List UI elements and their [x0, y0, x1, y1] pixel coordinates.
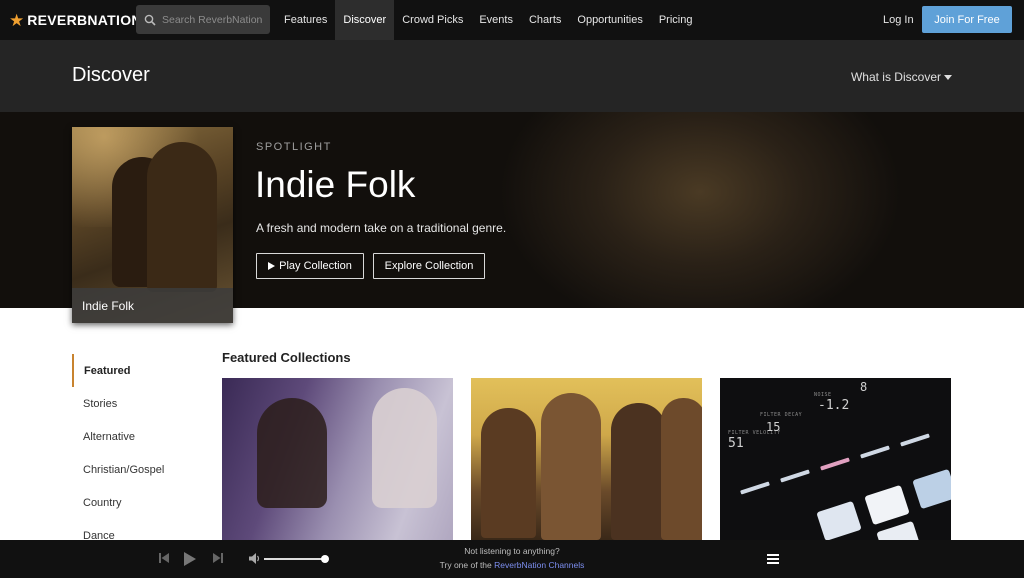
- spotlight-card-label: Indie Folk: [72, 288, 233, 323]
- pad-strip: [780, 469, 810, 483]
- page-title: Discover: [72, 64, 150, 86]
- tile-artwork-figure: [481, 408, 536, 538]
- collection-tile[interactable]: FILTER VELOCITY FILTER DECAY NOISE 51 15…: [720, 378, 951, 540]
- play-collection-button[interactable]: Play Collection: [256, 253, 364, 279]
- login-link[interactable]: Log In: [873, 0, 924, 40]
- top-nav: ★ REVERBNATION ® Features Discover Crowd…: [0, 0, 1024, 40]
- explore-collection-button[interactable]: Explore Collection: [373, 253, 485, 279]
- collection-tile[interactable]: [222, 378, 453, 540]
- caret-down-icon: [944, 74, 952, 80]
- sidebar-item-alternative[interactable]: Alternative: [72, 420, 192, 453]
- spotlight-hero: Indie Folk SPOTLIGHT Indie Folk A fresh …: [0, 112, 1024, 323]
- tile-artwork-figure: [661, 398, 702, 540]
- sidebar-item-featured[interactable]: Featured: [72, 354, 192, 387]
- nav-crowd-picks[interactable]: Crowd Picks: [394, 0, 471, 40]
- nav-pricing[interactable]: Pricing: [651, 0, 701, 40]
- play-collection-label: Play Collection: [279, 260, 352, 272]
- drum-pad: [912, 468, 951, 510]
- synth-readout: 51: [728, 436, 744, 451]
- sidebar-item-stories[interactable]: Stories: [72, 387, 192, 420]
- tile-artwork-figure: [372, 388, 437, 508]
- pad-strip: [740, 481, 770, 495]
- nav-charts[interactable]: Charts: [521, 0, 569, 40]
- sidebar-item-christian-gospel[interactable]: Christian/Gospel: [72, 453, 192, 486]
- synth-readout: 15: [766, 420, 781, 434]
- logo-text: REVERBNATION: [27, 12, 142, 28]
- drum-pad: [816, 500, 862, 540]
- synth-readout: 8: [860, 380, 868, 394]
- star-icon: ★: [9, 10, 25, 30]
- join-button[interactable]: Join For Free: [922, 6, 1012, 33]
- drum-pad: [876, 520, 922, 540]
- spotlight-description: A fresh and modern take on a traditional…: [256, 221, 507, 235]
- nav-opportunities[interactable]: Opportunities: [569, 0, 650, 40]
- tile-artwork-figure: [611, 403, 666, 540]
- pad-strip: [900, 433, 930, 447]
- tile-artwork-figure: [257, 398, 327, 508]
- nav-features[interactable]: Features: [276, 0, 335, 40]
- reverbnation-channels-link[interactable]: ReverbNation Channels: [494, 560, 584, 570]
- discover-header: Discover What is Discover: [0, 40, 1024, 112]
- tile-artwork-figure: [541, 393, 601, 540]
- search-box[interactable]: [136, 5, 270, 34]
- synth-readout: -1.2: [818, 398, 850, 413]
- what-is-discover-dropdown[interactable]: What is Discover: [851, 70, 952, 84]
- main-nav: Features Discover Crowd Picks Events Cha…: [276, 0, 700, 40]
- pad-strip: [820, 457, 850, 471]
- audio-player-bar: Not listening to anything? Try one of th…: [0, 540, 1024, 578]
- reverbnation-logo[interactable]: ★ REVERBNATION ®: [9, 0, 148, 40]
- try-channels-prefix: Try one of the: [439, 560, 495, 570]
- menu-icon[interactable]: [767, 554, 779, 564]
- spotlight-eyebrow: SPOTLIGHT: [256, 141, 332, 153]
- not-listening-text: Not listening to anything?: [464, 546, 560, 556]
- search-icon: [144, 14, 156, 26]
- drum-pad: [864, 484, 910, 526]
- featured-collections-heading: Featured Collections: [222, 350, 351, 365]
- play-icon: [268, 262, 276, 270]
- genre-sidebar: Featured Stories Alternative Christian/G…: [72, 354, 192, 552]
- nav-discover[interactable]: Discover: [335, 0, 395, 40]
- sidebar-item-country[interactable]: Country: [72, 486, 192, 519]
- try-channels-text: Try one of the ReverbNation Channels: [0, 560, 1024, 570]
- pad-strip: [860, 445, 890, 459]
- spotlight-title: Indie Folk: [255, 164, 416, 205]
- nav-events[interactable]: Events: [471, 0, 521, 40]
- collection-tile[interactable]: [471, 378, 702, 540]
- search-input[interactable]: [162, 13, 267, 26]
- spotlight-card[interactable]: Indie Folk: [72, 127, 233, 323]
- what-is-discover-label: What is Discover: [850, 70, 941, 84]
- synth-label: FILTER DECAY: [760, 412, 803, 418]
- card-artwork-figure: [147, 142, 217, 292]
